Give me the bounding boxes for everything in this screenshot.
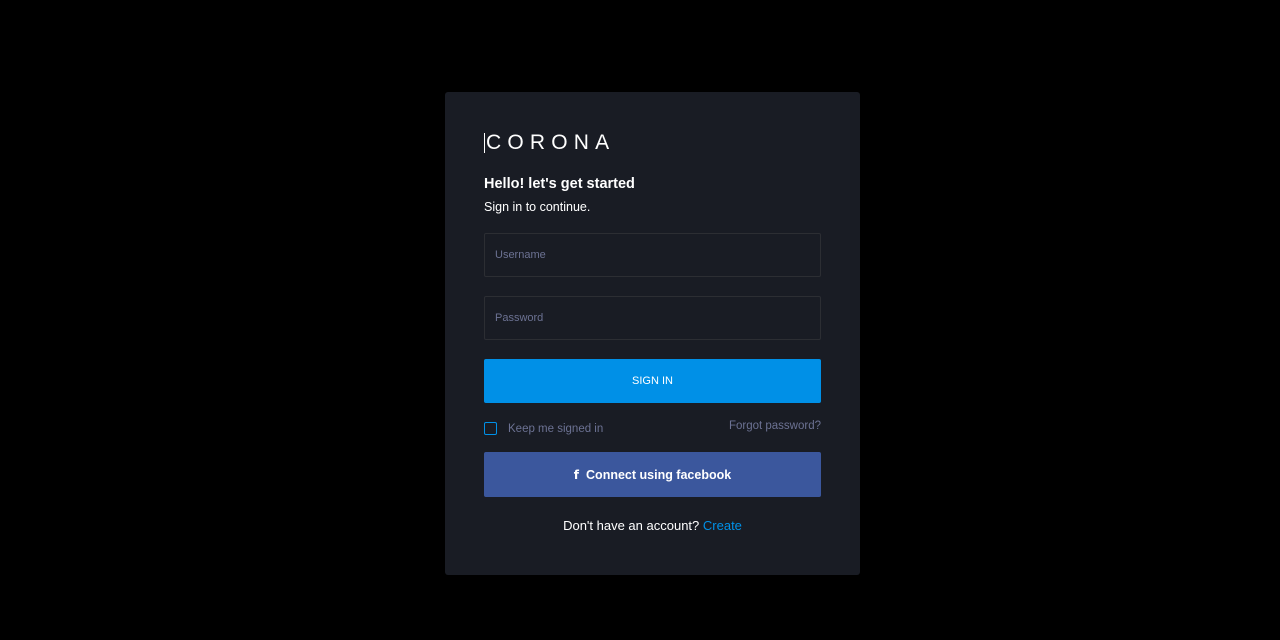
sign-in-button[interactable]: SIGN IN [484, 359, 821, 403]
signup-prompt: Don't have an account? Create [445, 518, 860, 533]
password-input[interactable] [484, 296, 821, 340]
logo-text: CORONA [486, 131, 616, 154]
logo-caret [484, 133, 485, 153]
username-input[interactable] [484, 233, 821, 277]
forgot-password-link[interactable]: Forgot password? [729, 420, 821, 432]
signup-text: Don't have an account? [563, 518, 703, 533]
facebook-connect-button[interactable]: f Connect using facebook [484, 452, 821, 497]
remember-label: Keep me signed in [508, 422, 604, 435]
facebook-label: Connect using facebook [586, 467, 732, 482]
page-subtitle: Sign in to continue. [484, 200, 591, 214]
create-account-link[interactable]: Create [703, 518, 742, 533]
page-title: Hello! let's get started [484, 176, 635, 192]
facebook-icon: f [573, 467, 580, 482]
remember-me[interactable]: Keep me signed in [484, 422, 603, 435]
brand-logo: CORONA [484, 131, 615, 155]
remember-checkbox[interactable] [484, 422, 497, 435]
login-card: CORONA Hello! let's get started Sign in … [445, 92, 860, 575]
